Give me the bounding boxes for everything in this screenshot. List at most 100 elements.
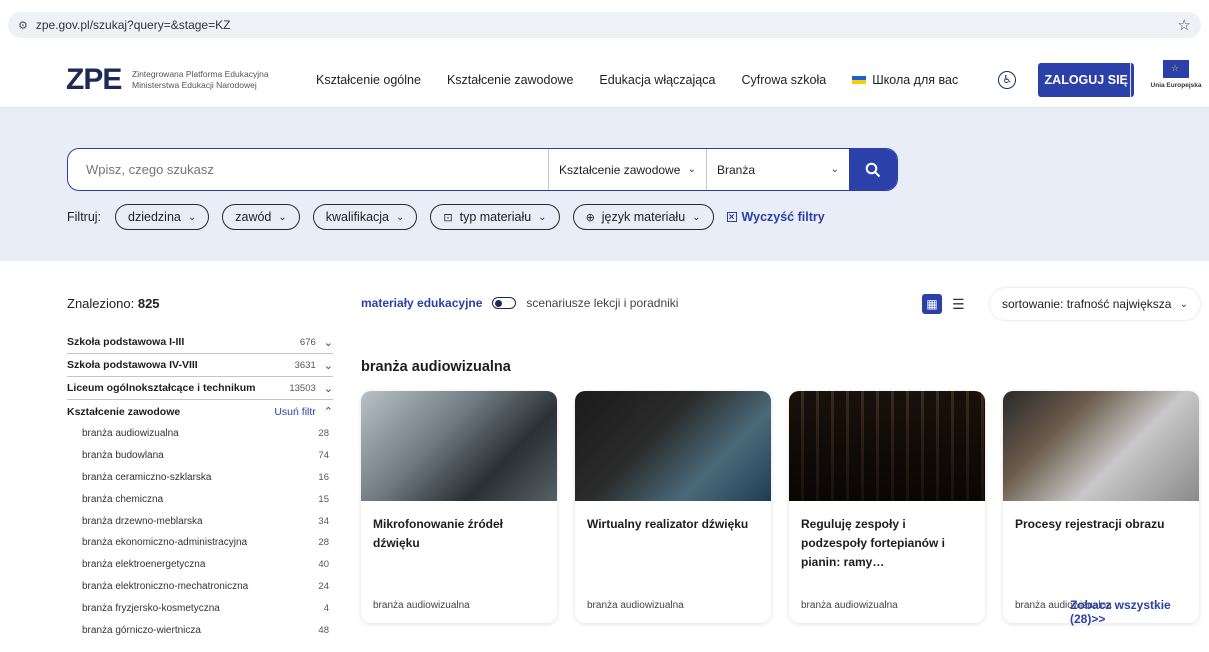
branch-item[interactable]: branża elektroniczno-mechatroniczna 24 bbox=[82, 576, 333, 598]
found-number: 825 bbox=[137, 296, 160, 311]
nav-ukrainian-school[interactable]: Школа для вас bbox=[852, 73, 958, 87]
logo-line-2: Ministerstwa Edukacji Narodowej bbox=[132, 79, 257, 90]
card-thumbnail bbox=[1003, 391, 1199, 501]
clear-filters-button[interactable]: × Wyczyść filtry bbox=[726, 210, 825, 224]
branch-item[interactable]: branża fryzjersko-kosmetyczna 4 bbox=[82, 597, 333, 619]
toggle-off-label[interactable]: scenariusze lekcji i poradniki bbox=[526, 296, 678, 310]
branch-count: 16 bbox=[318, 471, 329, 483]
zpe-logo[interactable]: ZPE Zintegrowana Platforma Edukacyjna Mi… bbox=[66, 63, 302, 97]
accessibility-icon[interactable]: ♿ bbox=[998, 70, 1017, 89]
main-nav: Kształcenie ogólne Kształcenie zawodowe … bbox=[316, 73, 984, 87]
site-header: ZPE Zintegrowana Platforma Edukacyjna Mi… bbox=[0, 52, 1209, 108]
bookmark-star-icon[interactable]: ☆ bbox=[1178, 16, 1191, 34]
branch-item[interactable]: branża audiowizualna 28 bbox=[82, 423, 333, 445]
chevron-down-icon: ⌄ bbox=[692, 211, 701, 223]
sort-select[interactable]: sortowanie: trafność największa ⌄ bbox=[990, 288, 1200, 320]
search-icon bbox=[865, 162, 881, 177]
branch-count: 24 bbox=[318, 580, 329, 592]
branch-select[interactable]: Branża ⌄ bbox=[706, 149, 849, 190]
stage-count: 676 bbox=[299, 336, 316, 348]
chevron-down-icon[interactable]: ⌄ bbox=[324, 359, 333, 372]
stage-count: 3631 bbox=[294, 359, 316, 371]
stage-count: 13503 bbox=[289, 382, 316, 394]
chevron-down-icon: ⌄ bbox=[396, 211, 405, 223]
login-button[interactable]: ZALOGUJ SIĘ bbox=[1038, 62, 1135, 97]
stage-item[interactable]: Szkoła podstawowa IV-VIII 3631 ⌄ bbox=[67, 354, 333, 377]
section-title: branża audiowizualna bbox=[361, 359, 511, 375]
branch-item[interactable]: branża chemiczna 15 bbox=[82, 488, 333, 510]
grid-view-icon[interactable]: ▦ bbox=[922, 294, 942, 314]
branch-item[interactable]: branża ekonomiczno-administracyjna 28 bbox=[82, 532, 333, 554]
filter-language[interactable]: ⊕ język materiału ⌄ bbox=[572, 204, 714, 230]
stage-name: Szkoła podstawowa IV-VIII bbox=[67, 359, 198, 371]
branch-item[interactable]: branża drzewno-meblarska 34 bbox=[82, 510, 333, 532]
stage-sidebar: Szkoła podstawowa I-III 676 ⌄ Szkoła podst… bbox=[67, 331, 333, 641]
card-title: Procesy rejestracji obrazu bbox=[1015, 517, 1165, 531]
chevron-down-icon[interactable]: ⌄ bbox=[324, 382, 333, 395]
url-text[interactable]: zpe.gov.pl/szukaj?query=&stage=KZ bbox=[36, 18, 1178, 32]
branch-count: 4 bbox=[323, 602, 329, 614]
card-thumbnail bbox=[361, 391, 557, 501]
stage-select[interactable]: Kształcenie zawodowe ⌄ bbox=[548, 149, 706, 190]
material-card[interactable]: Mikrofonowanie źródeł dźwięku branża aud… bbox=[361, 391, 557, 623]
logo-text: Zintegrowana Platforma Edukacyjna Minist… bbox=[132, 69, 302, 91]
branch-count: 74 bbox=[318, 450, 329, 462]
logo-line-1: Zintegrowana Platforma Edukacyjna bbox=[132, 68, 269, 79]
nav-general-education[interactable]: Kształcenie ogólne bbox=[316, 73, 421, 87]
branch-count: 28 bbox=[318, 537, 329, 549]
branch-item[interactable]: branża budowlana 74 bbox=[82, 445, 333, 467]
card-thumbnail bbox=[789, 391, 985, 501]
see-all-link[interactable]: Zobacz wszystkie (28)>> bbox=[1070, 598, 1209, 626]
filter-profession[interactable]: zawód ⌄ bbox=[222, 204, 300, 230]
toggle-switch[interactable] bbox=[492, 297, 517, 309]
filter-language-label: język materiału bbox=[601, 210, 686, 224]
card-list: Mikrofonowanie źródeł dźwięku branża aud… bbox=[361, 391, 1209, 623]
stage-item[interactable]: Liceum ogólnokształcące i technikum 13503… bbox=[67, 377, 333, 400]
chevron-down-icon[interactable]: ⌄ bbox=[324, 336, 333, 349]
site-settings-icon[interactable]: ⚙ bbox=[18, 19, 28, 32]
filter-material-type-label: typ materiału bbox=[459, 210, 532, 224]
remove-filter-link[interactable]: Usuń filtr bbox=[274, 406, 315, 418]
toggle-on-label[interactable]: materiały edukacyjne bbox=[361, 296, 482, 310]
branch-name: branża ceramiczno-szklarska bbox=[82, 471, 212, 483]
branch-item[interactable]: branża ceramiczno-szklarska 16 bbox=[82, 467, 333, 489]
filter-qualification-label: kwalifikacja bbox=[325, 210, 389, 224]
results-section: Znaleziono: 825 Szkoła podstawowa I-III 6… bbox=[0, 261, 1209, 636]
stage-item[interactable]: Szkoła podstawowa I-III 676 ⌄ bbox=[67, 331, 333, 354]
chevron-up-icon[interactable]: ⌃ bbox=[324, 405, 333, 418]
card-tag: branża audiowizualna bbox=[373, 600, 470, 611]
filter-qualification[interactable]: kwalifikacja ⌄ bbox=[312, 204, 418, 230]
nav-digital-school[interactable]: Cyfrowa szkoła bbox=[741, 73, 826, 87]
branch-item[interactable]: branża górniczo-wiertnicza 48 bbox=[82, 619, 333, 641]
close-icon: × bbox=[726, 212, 737, 223]
eu-flag-icon bbox=[1163, 60, 1189, 78]
branch-name: branża budowlana bbox=[82, 450, 164, 462]
search-button[interactable] bbox=[849, 149, 897, 190]
material-card[interactable]: Reguluję zespoły i podzespoły fortepianó… bbox=[789, 391, 985, 623]
filter-material-type[interactable]: ⊡ typ materiału ⌄ bbox=[430, 204, 560, 230]
branch-item[interactable]: branża elektroenergetyczna 40 bbox=[82, 554, 333, 576]
branch-count: 28 bbox=[318, 428, 329, 440]
branch-count: 48 bbox=[318, 624, 329, 636]
search-input[interactable] bbox=[68, 149, 548, 190]
branch-name: branża elektroniczno-mechatroniczna bbox=[82, 580, 249, 592]
material-card[interactable]: Wirtualny realizator dźwięku branża audi… bbox=[575, 391, 771, 623]
filter-domain[interactable]: dziedzina ⌄ bbox=[115, 204, 210, 230]
card-tag: branża audiowizualna bbox=[587, 600, 684, 611]
list-view-icon[interactable]: ☰ bbox=[952, 296, 965, 313]
nav-vocational-education[interactable]: Kształcenie zawodowe bbox=[447, 73, 573, 87]
nav-inclusive-education[interactable]: Edukacja włączająca bbox=[599, 73, 715, 87]
card-title: Mikrofonowanie źródeł dźwięku bbox=[373, 517, 504, 550]
results-count: Znaleziono: 825 bbox=[67, 296, 160, 311]
chevron-down-icon: ⌄ bbox=[278, 211, 287, 223]
sort-value: sortowanie: trafność największa bbox=[1002, 297, 1172, 311]
material-type-toggle: materiały edukacyjne scenariusze lekcji … bbox=[361, 296, 678, 310]
active-stage[interactable]: Kształcenie zawodowe Usuń filtr ⌃ bbox=[67, 400, 333, 423]
address-bar[interactable]: ⚙ zpe.gov.pl/szukaj?query=&stage=KZ ☆ bbox=[8, 12, 1201, 38]
chevron-down-icon: ⌄ bbox=[187, 211, 197, 223]
globe-icon: ⊕ bbox=[585, 211, 595, 224]
browser-toolbar: ⚙ zpe.gov.pl/szukaj?query=&stage=KZ ☆ bbox=[0, 12, 1209, 52]
logo-mark: ZPE bbox=[66, 62, 122, 96]
material-card[interactable]: Procesy rejestracji obrazu branża audiow… bbox=[1003, 391, 1199, 623]
card-tag: branża audiowizualna bbox=[801, 600, 898, 611]
